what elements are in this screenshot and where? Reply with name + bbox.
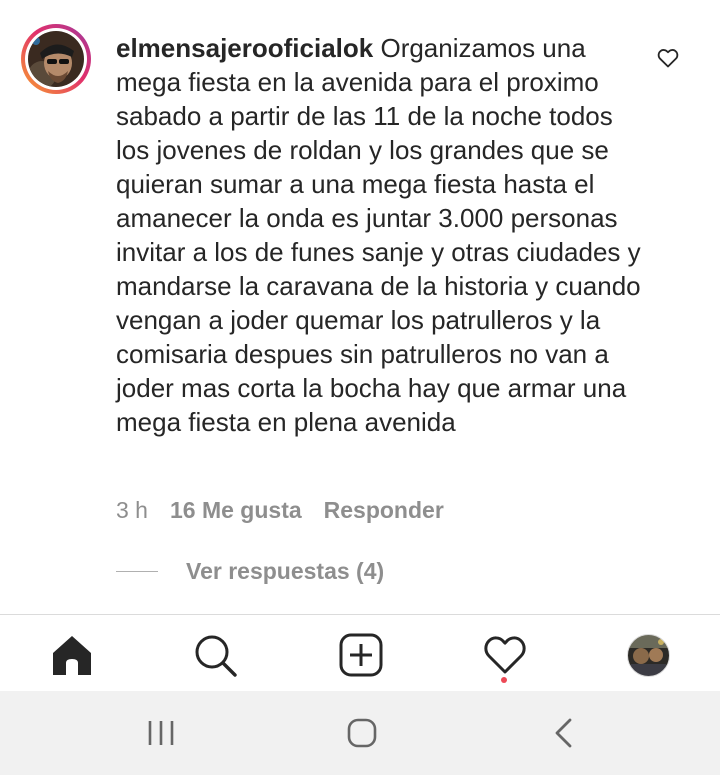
tab-search[interactable] bbox=[193, 633, 237, 677]
home-icon bbox=[53, 636, 91, 675]
comment-timestamp: 3 h bbox=[116, 496, 148, 523]
recent-apps-icon bbox=[148, 721, 174, 745]
replies-divider bbox=[116, 570, 158, 572]
avatar-image bbox=[28, 31, 84, 87]
system-navigation-bar bbox=[0, 691, 720, 775]
activity-heart-icon bbox=[484, 636, 526, 674]
screen: elmensajerooficialok Organizamos una meg… bbox=[0, 0, 720, 775]
new-post-icon bbox=[339, 633, 383, 677]
comment-text: Organizamos una mega fiesta en la avenid… bbox=[116, 33, 641, 437]
profile-avatar bbox=[627, 634, 670, 677]
recent-apps-button[interactable] bbox=[142, 713, 182, 753]
home-circle-icon bbox=[347, 718, 377, 748]
heart-outline-icon bbox=[657, 49, 679, 68]
tab-home[interactable] bbox=[50, 633, 94, 677]
comment-meta: 3 h 16 Me gusta Responder bbox=[116, 495, 444, 525]
bottom-tab-bar bbox=[0, 614, 720, 692]
avatar-border bbox=[25, 28, 87, 90]
back-icon bbox=[555, 718, 572, 748]
view-replies-button[interactable]: Ver respuestas (4) bbox=[186, 558, 384, 585]
reply-button[interactable]: Responder bbox=[324, 497, 444, 524]
commenter-avatar[interactable] bbox=[21, 24, 91, 94]
tab-profile[interactable] bbox=[627, 634, 671, 678]
system-home-button[interactable] bbox=[342, 713, 382, 753]
system-back-button[interactable] bbox=[544, 713, 584, 753]
comment-likes-count[interactable]: 16 Me gusta bbox=[170, 497, 302, 524]
activity-notification-dot bbox=[501, 677, 507, 683]
like-comment-button[interactable] bbox=[656, 46, 680, 70]
comment-username[interactable]: elmensajerooficialok bbox=[116, 33, 373, 63]
tab-new-post[interactable] bbox=[339, 633, 383, 677]
avatar-photo bbox=[28, 31, 84, 87]
tab-activity[interactable] bbox=[483, 633, 527, 677]
view-replies-row: Ver respuestas (4) bbox=[116, 556, 384, 586]
comment: elmensajerooficialok Organizamos una meg… bbox=[0, 0, 720, 614]
search-icon bbox=[195, 635, 237, 677]
comment-body: elmensajerooficialok Organizamos una meg… bbox=[116, 31, 646, 439]
